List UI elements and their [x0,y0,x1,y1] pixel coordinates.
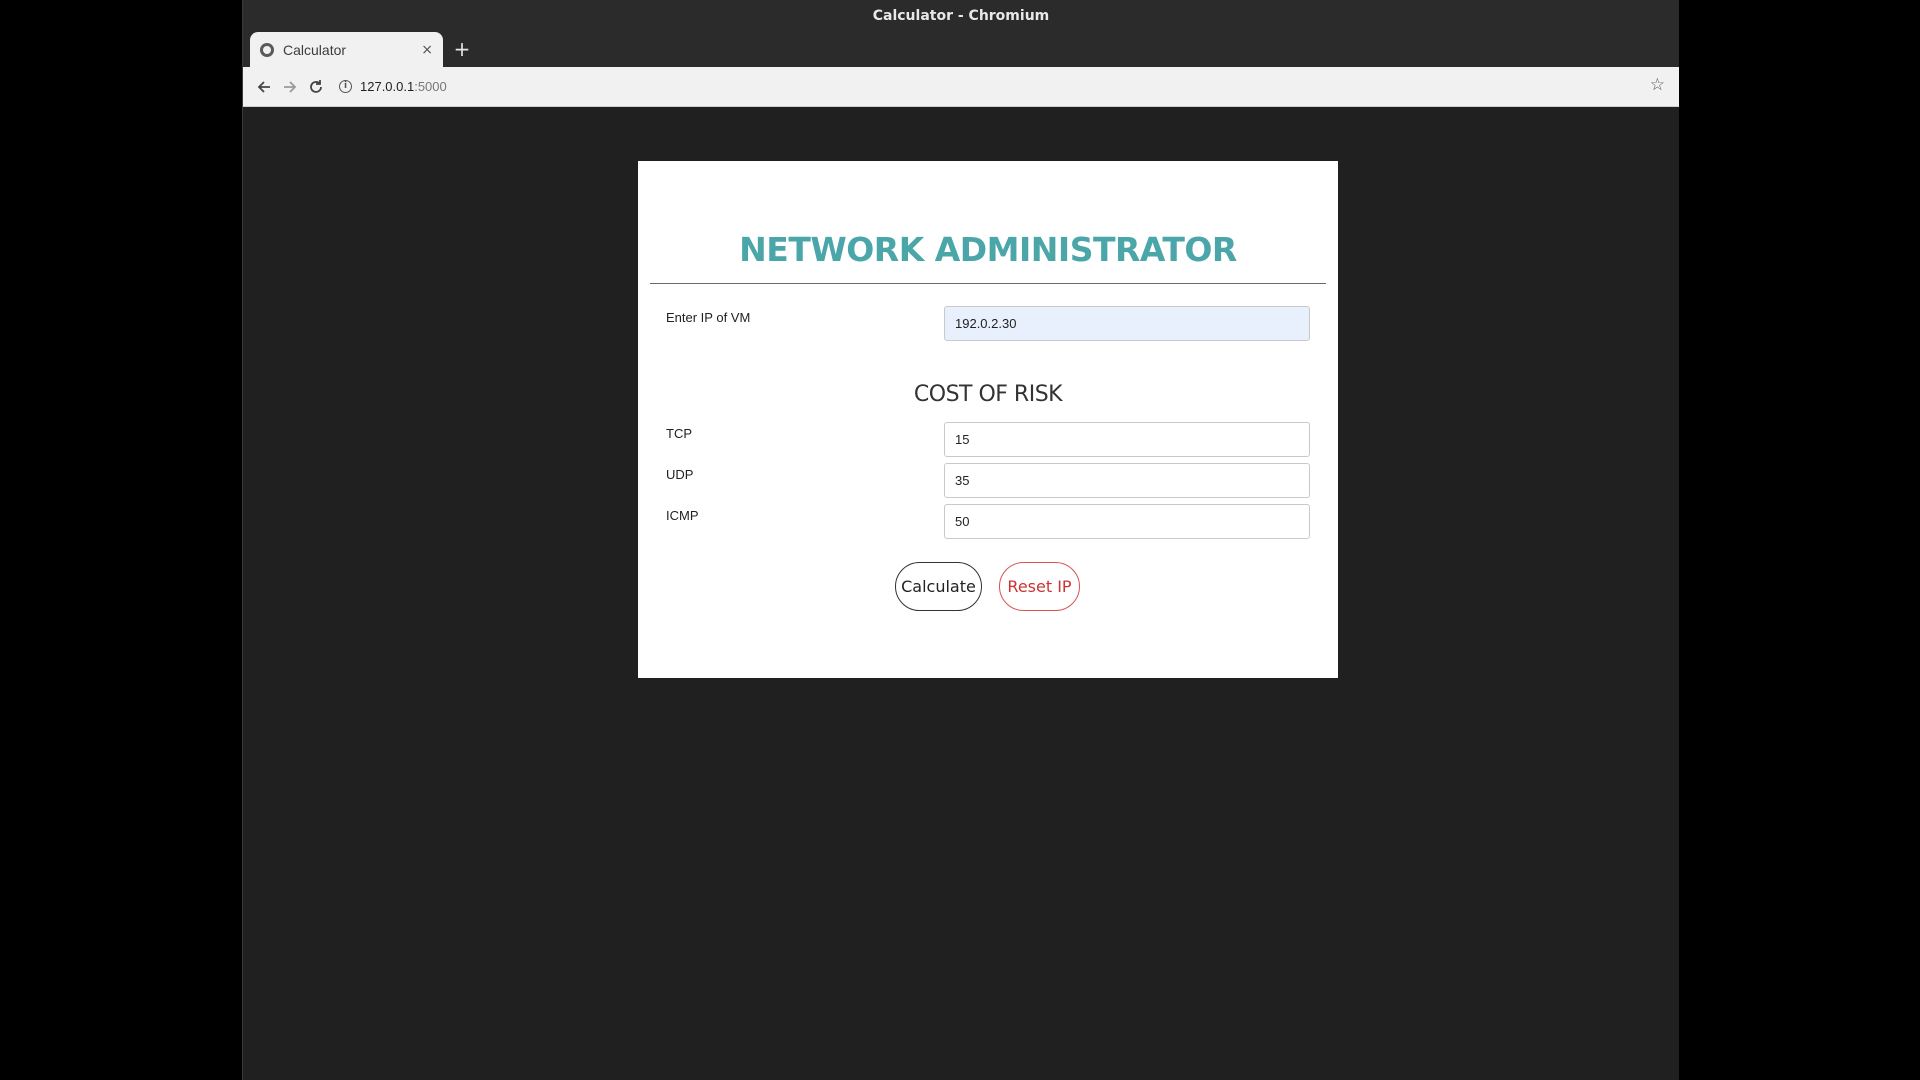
tab-strip: Calculator × + [243,29,1679,67]
globe-icon [260,42,274,57]
icmp-label: ICMP [666,508,699,523]
udp-label: UDP [666,467,694,482]
forward-arrow-icon[interactable] [277,74,303,100]
tab-close-icon[interactable]: × [421,42,433,58]
page-title: NETWORK ADMINISTRATOR [739,230,1237,269]
bookmark-star-icon[interactable]: ☆ [1650,75,1665,95]
udp-input[interactable]: 35 [944,463,1310,498]
url-host: 127.0.0.1 [360,79,415,94]
url-port: :5000 [414,79,447,94]
page-content: NETWORK ADMINISTRATOR Enter IP of VM 192… [243,108,1679,1080]
cost-of-risk-heading: COST OF RISK [913,382,1063,407]
ip-label: Enter IP of VM [666,310,751,325]
reset-ip-button[interactable]: Reset IP [999,562,1080,611]
address-bar[interactable]: i 127.0.0.1:5000 [339,72,1679,102]
info-icon[interactable]: i [339,80,352,93]
reload-icon[interactable] [303,74,329,100]
tcp-label: TCP [666,426,692,441]
title-divider [650,283,1326,284]
tab-calculator[interactable]: Calculator × [250,32,443,67]
tab-title: Calculator [283,41,347,58]
browser-window: Calculator - Chromium Calculator × + i 1… [242,0,1679,1080]
icmp-input[interactable]: 50 [944,504,1310,539]
browser-toolbar: i 127.0.0.1:5000 ☆ [243,67,1679,107]
tcp-input[interactable]: 15 [944,422,1310,457]
calculate-button[interactable]: Calculate [895,562,982,611]
calculator-card: NETWORK ADMINISTRATOR Enter IP of VM 192… [638,161,1338,678]
new-tab-button[interactable]: + [448,35,476,63]
ip-input[interactable]: 192.0.2.30 [944,306,1310,341]
back-arrow-icon[interactable] [251,74,277,100]
